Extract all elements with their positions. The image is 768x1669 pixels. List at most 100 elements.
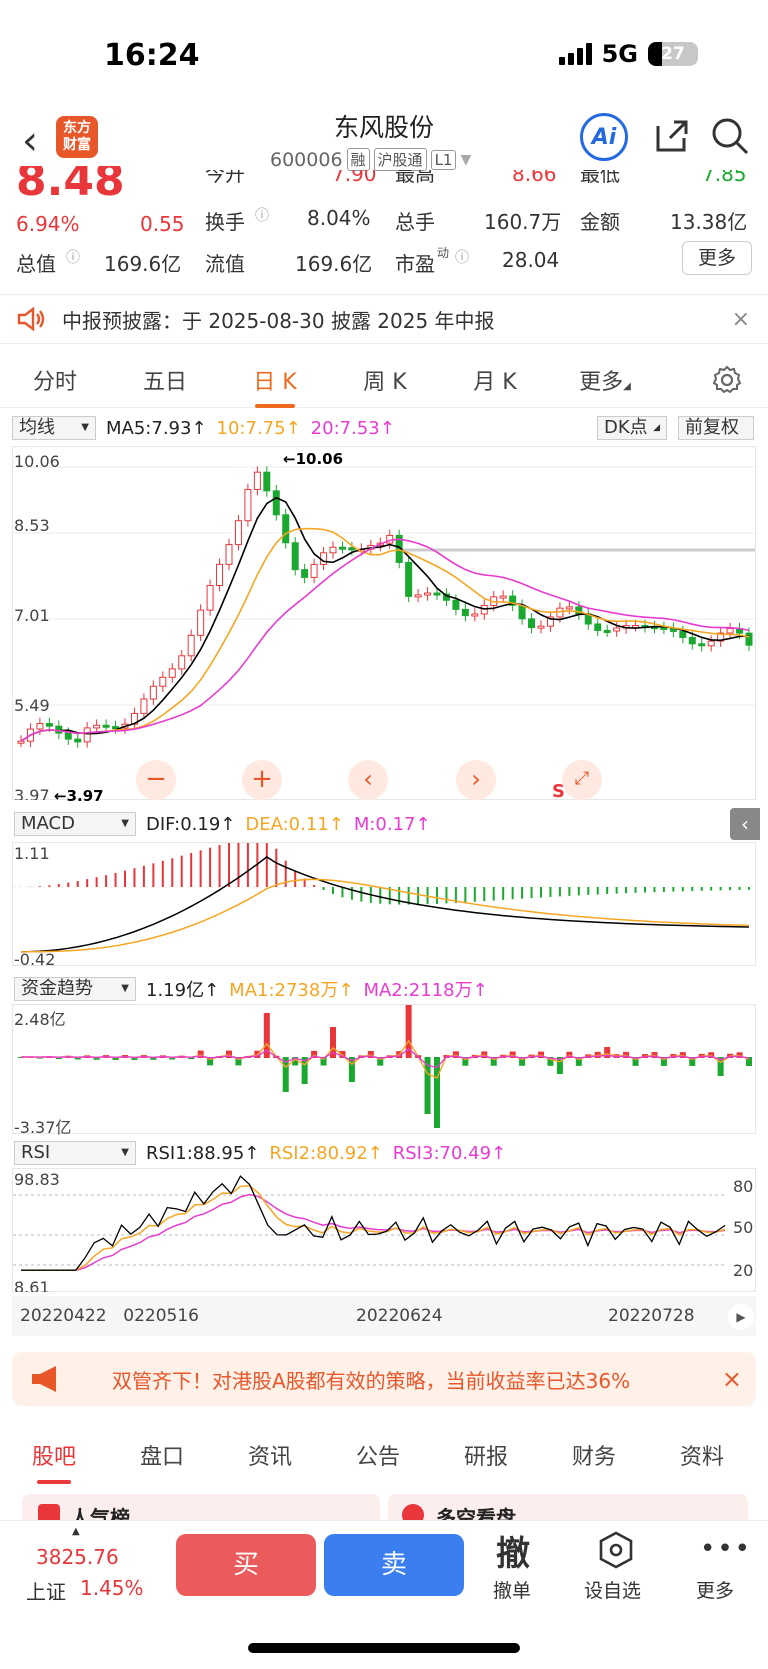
ma-select-label: 均线	[19, 417, 55, 438]
candle-body	[206, 584, 214, 611]
chevron-down-icon: ▼	[460, 151, 472, 168]
search-icon[interactable]	[710, 116, 750, 156]
adjust-select[interactable]: 前复权	[678, 416, 754, 440]
candle-body	[603, 629, 611, 633]
axis-label: 98.83	[14, 1170, 60, 1189]
candle-body	[726, 628, 734, 634]
tab-daily-k[interactable]: 日 K	[220, 364, 330, 408]
candle-body	[140, 698, 148, 714]
candle-body	[565, 606, 573, 610]
macd-select[interactable]: MACD ▼	[14, 812, 136, 836]
tab-profile[interactable]: 资料	[648, 1428, 756, 1488]
candle-body	[679, 630, 687, 638]
fund-trend-select[interactable]: 资金趋势 ▼	[14, 977, 136, 1001]
tab-orderbook[interactable]: 盘口	[108, 1428, 216, 1488]
tab-intraday[interactable]: 分时	[0, 364, 110, 396]
dk-point-select[interactable]: DK点 ◢	[597, 416, 667, 440]
mktcap-value: 169.6亿	[104, 252, 182, 276]
candle-body	[329, 546, 337, 554]
rsi-level-label: 80	[733, 1177, 754, 1196]
dea-line	[20, 878, 750, 953]
scroll-left-button[interactable]: ‹	[348, 760, 388, 800]
fund-select-label: 资金趋势	[21, 978, 93, 999]
ai-button[interactable]: Ai	[580, 113, 628, 161]
float-label: 流值	[205, 252, 245, 276]
candle-body	[452, 599, 460, 610]
chevron-down-icon: ▼	[121, 818, 129, 829]
sell-button[interactable]: 卖	[324, 1534, 464, 1596]
tab-finance[interactable]: 财务	[540, 1428, 648, 1488]
rsi-select[interactable]: RSI ▼	[14, 1141, 136, 1165]
tab-forum[interactable]: 股吧	[0, 1428, 108, 1488]
rsi-select-label: RSI	[21, 1142, 51, 1163]
pe-label: 市盈	[395, 252, 435, 276]
dif-line	[20, 856, 750, 953]
macd-chart[interactable]	[12, 842, 756, 966]
tab-monthly-k[interactable]: 月 K	[440, 364, 550, 396]
info-icon[interactable]: ⓘ	[455, 247, 469, 267]
buy-button[interactable]: 买	[176, 1534, 316, 1596]
index-pct[interactable]: 1.45%	[80, 1576, 144, 1600]
collapse-panel-button[interactable]: ‹	[730, 808, 760, 840]
more-label[interactable]: 更多	[696, 1576, 734, 1603]
zoom-out-button[interactable]: −	[136, 760, 176, 800]
ma10-line	[20, 527, 750, 742]
index-value[interactable]: 3825.76	[36, 1545, 119, 1569]
change-pct: 6.94%	[16, 212, 80, 236]
status-icons: 5G 27	[558, 40, 698, 68]
tab-research[interactable]: 研报	[432, 1428, 540, 1488]
kline-chart[interactable]	[12, 446, 756, 800]
rsi3-value: RSI3:70.49↑	[392, 1142, 507, 1164]
candle-body	[461, 608, 469, 617]
tab-more-label: 更多	[579, 369, 624, 395]
zoom-in-button[interactable]: +	[242, 760, 282, 800]
stock-code: 600006	[270, 148, 343, 171]
dea-value: DEA:0.11↑	[245, 813, 344, 835]
add-watchlist-icon[interactable]	[597, 1530, 635, 1570]
play-icon[interactable]: ▶	[728, 1304, 754, 1330]
more-dots-icon[interactable]: •••	[700, 1534, 752, 1564]
network-label: 5G	[601, 40, 638, 68]
content-tabs: 股吧 盘口 资讯 公告 研报 财务 资料	[0, 1428, 768, 1488]
more-quote-button[interactable]: 更多	[682, 241, 752, 275]
rsi-level-label: 50	[733, 1218, 754, 1237]
tab-announcements[interactable]: 公告	[324, 1428, 432, 1488]
candle-body	[17, 740, 25, 744]
candle-body	[244, 488, 252, 522]
chevron-down-icon: ◢	[653, 423, 660, 433]
ma-select[interactable]: 均线 ▼	[12, 416, 96, 440]
fund-value: 1.19亿↑	[146, 980, 220, 1001]
axis-label: 8.61	[14, 1278, 50, 1292]
chevron-down-icon: ▼	[121, 1147, 129, 1158]
tab-more[interactable]: 更多◢	[550, 364, 660, 396]
rsi-chart[interactable]	[12, 1168, 756, 1292]
candle-body	[291, 542, 299, 571]
tab-news[interactable]: 资讯	[216, 1428, 324, 1488]
candle-body	[102, 724, 110, 728]
candle-body	[282, 514, 290, 544]
scroll-right-button[interactable]: ›	[456, 760, 496, 800]
index-name[interactable]: 上证	[26, 1576, 66, 1605]
candle-body	[688, 636, 696, 645]
fullscreen-button[interactable]: ⤢	[562, 760, 602, 800]
cancel-order-icon[interactable]: 撤	[496, 1526, 530, 1575]
share-icon[interactable]	[652, 116, 692, 156]
low-label: 最低	[580, 170, 620, 186]
stock-code-row[interactable]: 600006 融 沪股通 L1 ▼	[270, 148, 471, 171]
info-icon[interactable]: ⓘ	[255, 205, 269, 225]
promo-banner[interactable]: 双管齐下！对港股A股都有效的策略，当前收益率已达36% ×	[12, 1352, 756, 1406]
tag-connect: 沪股通	[373, 148, 427, 171]
info-icon[interactable]: ⓘ	[66, 247, 80, 267]
m-value: M:0.17↑	[353, 813, 431, 835]
chevron-down-icon: ▼	[121, 983, 129, 994]
status-time: 16:24	[104, 38, 200, 73]
add-watchlist-label[interactable]: 设自选	[584, 1576, 641, 1603]
notice-bar[interactable]: 中报预披露：于 2025-08-30 披露 2025 年中报 ×	[0, 294, 768, 344]
cancel-order-label[interactable]: 撤单	[493, 1576, 531, 1603]
close-icon[interactable]: ×	[732, 307, 750, 332]
tab-weekly-k[interactable]: 周 K	[330, 364, 440, 396]
tab-five-day[interactable]: 五日	[110, 364, 220, 396]
fund-trend-chart[interactable]	[12, 1004, 756, 1134]
close-icon[interactable]: ×	[722, 1365, 742, 1393]
gear-icon[interactable]	[712, 365, 742, 395]
